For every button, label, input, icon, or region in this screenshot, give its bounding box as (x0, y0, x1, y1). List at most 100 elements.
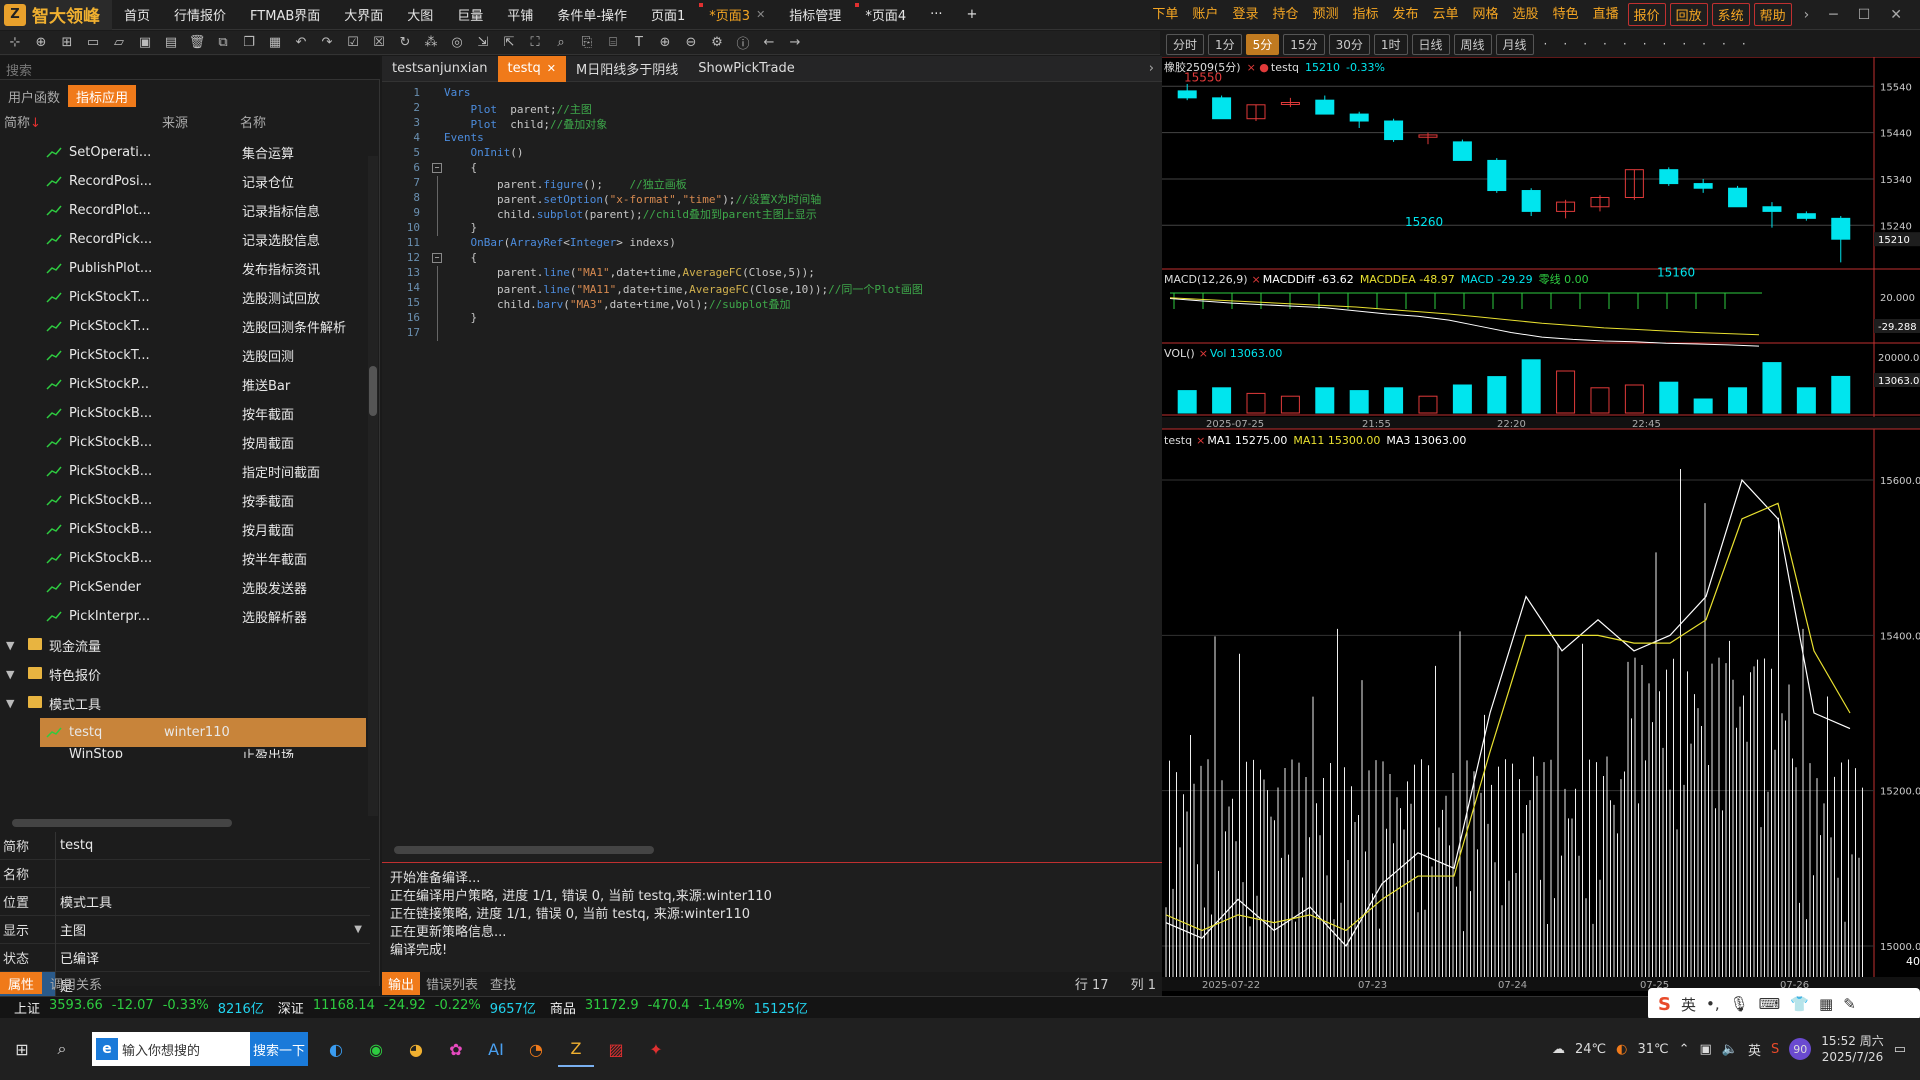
firefox-icon[interactable]: ◔ (518, 1031, 554, 1067)
find-replace-icon[interactable]: ⎘ (576, 33, 598, 53)
expand-icon[interactable]: ▼ (6, 668, 14, 681)
export-icon[interactable]: ⇱ (498, 33, 520, 53)
menu-tab-label[interactable]: 大图 (407, 5, 433, 24)
window-icon[interactable]: · (1696, 36, 1712, 52)
volume-icon[interactable]: 🔈 (1722, 1042, 1738, 1057)
keyboard-icon[interactable]: ⌨ (1759, 995, 1781, 1013)
tab-output[interactable]: 输出 (382, 971, 421, 995)
ai-icon[interactable]: AI (478, 1031, 514, 1067)
tab-properties[interactable]: 属性 (0, 972, 43, 994)
period-button[interactable]: 分时 (1166, 33, 1205, 55)
period-button[interactable]: 15分 (1283, 33, 1325, 55)
info-icon[interactable]: ⓘ (732, 33, 754, 53)
compile-all-icon[interactable]: ☒ (368, 33, 390, 53)
import-icon[interactable]: ⇲ (472, 33, 494, 53)
save-all-icon[interactable]: ▤ (160, 33, 182, 53)
rights-icon[interactable]: · (1577, 36, 1593, 52)
folder-open-icon[interactable]: ▭ (82, 33, 104, 53)
list-item[interactable]: PickStockT... 选股回测 (0, 341, 368, 370)
menu-tab-label[interactable]: 页面1 (651, 5, 685, 24)
paste-icon[interactable]: ▦ (264, 33, 286, 53)
mic-icon[interactable]: 🎙 (1730, 995, 1749, 1013)
list-item[interactable]: RecordPick... 记录选股信息 (0, 225, 368, 254)
period-button[interactable]: 日线 (1411, 33, 1450, 55)
maximize-icon[interactable]: ☐ (1848, 7, 1881, 23)
chart-app-icon[interactable]: ▨ (598, 1031, 634, 1067)
list-scrollbar[interactable] (368, 156, 378, 816)
folder-item[interactable]: ▼ 特色报价 (0, 660, 368, 689)
tray-lang[interactable]: 英 (1748, 1040, 1761, 1059)
copy-icon[interactable]: ❐ (238, 33, 260, 53)
notification-badge[interactable]: 90 (1789, 1038, 1812, 1060)
code-line[interactable]: 12 − { (382, 251, 1162, 266)
add-child-icon[interactable]: ⊞ (56, 33, 78, 53)
menu-tab-label[interactable]: *页面3 (709, 5, 750, 24)
right-menu-item[interactable]: 预测 (1305, 3, 1345, 26)
zhidalingfeng-taskbar-icon[interactable]: Z (558, 1031, 594, 1067)
browser-green-icon[interactable]: ◉ (358, 1031, 394, 1067)
code-line[interactable]: 2 Plot parent;//主图 (382, 101, 1162, 116)
chart-canvas[interactable]: 1554015440153401524015210155501526015160… (1162, 57, 1920, 996)
ticker-item[interactable]: 上证 3593.66 -12.07 -0.33% 8216亿 (0, 998, 264, 1017)
right-menu-item[interactable]: 指标 (1345, 3, 1385, 26)
menu-tab-label[interactable]: *页面4 (865, 5, 906, 24)
right-menu-item[interactable]: 下单 (1145, 3, 1185, 26)
collapse-icon[interactable]: · (1736, 36, 1752, 52)
list-item[interactable]: PickInterpr... 选股解析器 (0, 602, 368, 631)
menu-tab-label[interactable]: 条件单-操作 (557, 5, 627, 24)
menu-tab-label[interactable]: 指标管理 (789, 5, 841, 24)
period-button[interactable]: 周线 (1453, 33, 1492, 55)
menu-tab-label[interactable]: 平铺 (507, 5, 533, 24)
menu-tab[interactable]: 页面1 (639, 0, 697, 30)
menu-tab-label[interactable]: 行情报价 (174, 5, 226, 24)
list-item[interactable]: SetOperati... 集合运算 (0, 138, 368, 167)
taskbar-search[interactable]: e 输入你想搜的 搜索一下 (92, 1032, 308, 1066)
debug-icon[interactable]: ⁂ (420, 33, 442, 53)
property-row[interactable]: 状态 已编译 (0, 943, 370, 972)
code-line[interactable]: 5 OnInit() (382, 146, 1162, 161)
code-line[interactable]: 9 child.subplot(parent);//child叠加到parent… (382, 206, 1162, 221)
notification-icon[interactable]: ▭ (1894, 1042, 1906, 1057)
undo-icon[interactable]: ↶ (290, 33, 312, 53)
right-menu-item[interactable]: 帮助 (1753, 3, 1792, 26)
weather-temp[interactable]: 24℃ (1575, 1042, 1606, 1057)
menu-tab[interactable]: *页面3 ✕ (697, 0, 777, 30)
close-tab-icon[interactable]: ✕ (547, 62, 556, 75)
folder-item[interactable]: ▼ 模式工具 (0, 689, 368, 718)
skin-icon[interactable]: 👕 (1790, 995, 1809, 1013)
tab-showpicktrade[interactable]: ShowPickTrade (688, 56, 805, 82)
draw-icon[interactable]: · (1597, 36, 1613, 52)
refresh-icon[interactable]: ↻ (394, 33, 416, 53)
chevron-right-icon[interactable]: › (1794, 7, 1820, 23)
tab-indicator-apps[interactable]: 指标应用 (68, 85, 137, 107)
punct-icon[interactable]: •, (1706, 995, 1720, 1013)
search-icon[interactable]: ⌕ (44, 1031, 80, 1067)
code-line[interactable]: 13 parent.line("MA1",date+time,AverageFC… (382, 266, 1162, 281)
ime-toolbar[interactable]: S 英 •, 🎙 ⌨ 👕 ▦ ✎ (1648, 988, 1920, 1020)
list-item[interactable]: PublishPlot... 发布指标资讯 (0, 254, 368, 283)
header-abbr[interactable]: 简称↓ (4, 112, 41, 131)
chevron-right-icon[interactable]: · (1716, 36, 1732, 52)
list-item[interactable]: PickStockB... 指定时间截面 (0, 457, 368, 486)
taskbar-search-button[interactable]: 搜索一下 (250, 1032, 308, 1066)
selected-list-item[interactable]: testq winter110 (40, 718, 366, 747)
add-icon[interactable]: ⊕ (30, 33, 52, 53)
redo-icon[interactable]: ↷ (316, 33, 338, 53)
code-line[interactable]: 1 Vars (382, 86, 1162, 101)
menu-tab[interactable]: 大图 (395, 0, 445, 30)
new-function-icon[interactable]: ⊹ (4, 33, 26, 53)
code-line[interactable]: 11 OnBar(ArrayRef<Integer> indexs) (382, 236, 1162, 251)
property-row[interactable]: 位置 模式工具 (0, 887, 370, 916)
menu-tab[interactable]: FTMAB界面 (238, 0, 332, 30)
header-source[interactable]: 来源 (162, 112, 188, 131)
menu-tab-label[interactable]: 大界面 (344, 5, 383, 24)
sogou-tray-icon[interactable]: S (1771, 1042, 1779, 1057)
menu-tab[interactable]: 行情报价 (162, 0, 238, 30)
right-menu-item[interactable]: 网格 (1466, 3, 1506, 26)
editor-hscrollbar[interactable] (390, 844, 1160, 856)
chevron-right-icon[interactable]: › (1149, 61, 1162, 76)
cut-icon[interactable]: ⧉ (212, 33, 234, 53)
sogou-icon[interactable]: S (1658, 994, 1671, 1015)
right-menu-item[interactable]: 登录 (1225, 3, 1265, 26)
menu-tab[interactable]: 指标管理 (777, 0, 853, 30)
